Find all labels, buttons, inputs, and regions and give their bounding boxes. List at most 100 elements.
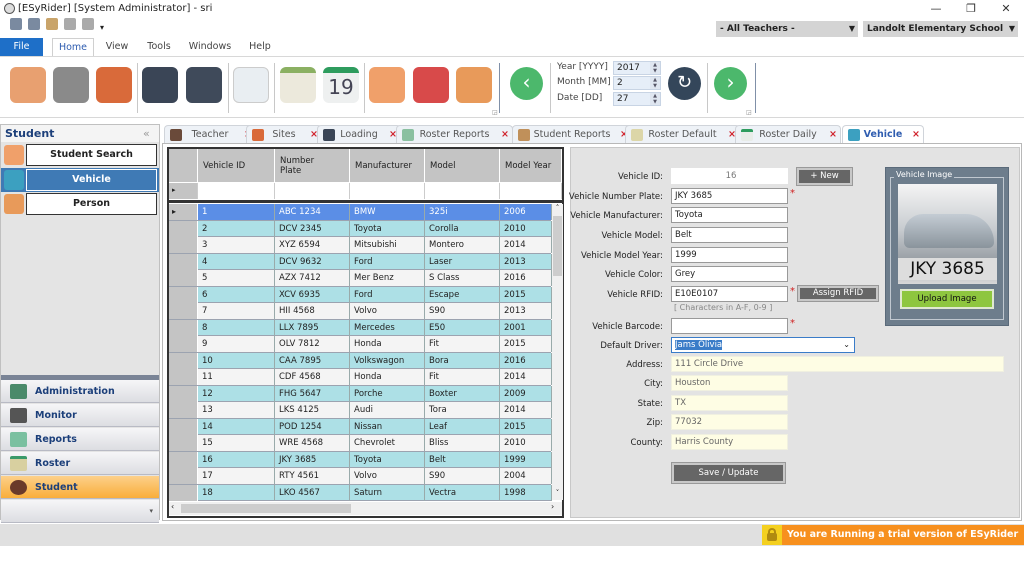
students-icon[interactable] [10,67,46,103]
column-header-number-plate[interactable]: Number Plate [275,149,350,182]
table-row[interactable]: 8 LLX 7895 Mercedes E50 2001 [169,319,552,336]
filter-vehicle-id[interactable] [198,183,275,199]
barcode-input[interactable] [671,318,788,334]
filter-number-plate[interactable] [275,183,350,199]
school-select[interactable]: Landolt Elementary School ▼ [863,21,1018,37]
copy-icon[interactable] [28,18,40,30]
teachers-icon[interactable] [53,67,89,103]
table-row[interactable]: 7 HII 4568 Volvo S90 2013 [169,303,552,320]
tab-roster-daily[interactable]: Roster Daily × [735,125,841,143]
row-indicator[interactable] [169,369,198,385]
touch-screen-icon[interactable] [186,67,222,103]
next-day-button[interactable]: › [714,67,747,100]
vehicles-icon[interactable] [413,67,449,103]
tab-help[interactable]: Help [244,38,276,56]
row-indicator[interactable] [169,484,198,501]
tab-loading[interactable]: Loading × [317,125,401,143]
nav-reports[interactable]: Reports [1,428,159,451]
date-spinner[interactable]: 27 ▲ ▼ [613,92,661,106]
customize-icon[interactable]: ▾ [100,23,104,32]
filter-model-year[interactable] [500,183,562,199]
tab-tools[interactable]: Tools [140,38,178,56]
undo-icon[interactable] [64,18,76,30]
nav-overflow[interactable]: ▾ [1,500,159,523]
column-header-vehicle-id[interactable]: Vehicle ID [198,149,275,182]
row-indicator[interactable] [169,253,198,270]
people-icon[interactable] [369,67,405,103]
nav-roster[interactable]: Roster [1,452,159,475]
table-row[interactable]: 14 POD 1254 Nissan Leaf 2015 [169,418,552,435]
scroll-left-icon[interactable]: ‹ [171,502,174,511]
nav-student[interactable]: Student [1,476,159,499]
close-tab-icon[interactable]: × [501,126,509,143]
close-tab-icon[interactable]: × [829,126,837,143]
column-header-manufacturer[interactable]: Manufacturer [350,149,425,182]
year-spinner[interactable]: 2017 ▲ ▼ [613,61,661,75]
save-update-button[interactable]: Save / Update [671,462,786,484]
filter-model[interactable] [425,183,500,199]
table-row[interactable]: 2 DCV 2345 Toyota Corolla 2010 [169,220,552,237]
spin-arrows-icon[interactable]: ▲ ▼ [650,77,660,89]
table-row[interactable]: 16 JKY 3685 Toyota Belt 1999 [169,451,552,468]
tab-teacher[interactable]: Teacher× [164,125,256,143]
scroll-down-icon[interactable]: ˅ [552,489,563,499]
nav-administration[interactable]: Administration [1,380,159,403]
close-tab-icon[interactable]: × [912,126,920,143]
teacher-select[interactable]: - All Teachers - ▼ [716,21,858,37]
table-row[interactable]: 12 FHG 5647 Porche Boxter 2009 [169,385,552,402]
table-row[interactable]: 10 CAA 7895 Volkswagon Bora 2016 [169,352,552,369]
row-indicator[interactable] [169,468,198,484]
model-year-input[interactable]: 1999 [671,247,788,263]
previous-day-button[interactable]: ‹ [510,67,543,100]
scroll-thumb[interactable] [181,504,351,513]
maximize-button[interactable]: ❐ [955,0,987,18]
collapse-icon[interactable]: « [143,127,150,140]
tab-vehicle[interactable]: Vehicle × [842,125,924,143]
horizontal-scrollbar[interactable]: ‹ › [169,502,562,515]
row-indicator[interactable] [169,286,198,303]
rfid-input[interactable]: E10E0107 [671,286,788,302]
scroll-up-icon[interactable]: ˄ [552,204,563,214]
table-row[interactable]: 6 XCV 6935 Ford Escape 2015 [169,286,552,303]
upload-image-button[interactable]: Upload Image [900,289,994,309]
assign-rfid-button[interactable]: Assign RFID [797,285,879,302]
color-input[interactable]: Grey [671,266,788,282]
row-indicator[interactable] [169,319,198,336]
row-indicator[interactable] [169,220,198,237]
table-row[interactable]: 13 LKS 4125 Audi Tora 2014 [169,402,552,419]
model-input[interactable]: Belt [671,227,788,243]
tab-windows[interactable]: Windows [186,38,234,56]
tab-student-reports[interactable]: Student Reports× [512,125,632,143]
nav-monitor[interactable]: Monitor [1,404,159,427]
sidebar-item-student-search[interactable]: Student Search [26,144,157,166]
table-row[interactable]: 15 WRE 4568 Chevrolet Bliss 2010 [169,435,552,452]
scroll-thumb[interactable] [553,216,562,276]
reports-icon[interactable] [233,67,269,103]
table-row[interactable]: 9 OLV 7812 Honda Fit 2015 [169,336,552,353]
monitor-icon[interactable] [142,67,178,103]
new-button[interactable]: + New [796,167,853,186]
table-row[interactable]: 4 DCV 9632 Ford Laser 2013 [169,253,552,270]
manufacturer-input[interactable]: Toyota [671,207,788,223]
table-row[interactable]: 5 AZX 7412 Mer Benz S Class 2016 [169,270,552,287]
vertical-scrollbar[interactable]: ˄ ˅ [552,204,563,500]
row-indicator[interactable] [169,418,198,435]
table-row[interactable]: 17 RTY 4561 Volvo S90 2004 [169,468,552,485]
tab-view[interactable]: View [100,38,134,56]
row-indicator[interactable] [169,385,198,402]
refresh-button[interactable]: ↻ [668,67,701,100]
table-row[interactable]: ▸ 1 ABC 1234 BMW 325i 2006 [169,204,552,221]
row-indicator[interactable]: ▸ [169,204,198,220]
tab-sites[interactable]: Sites × [246,125,322,143]
column-header-model-year[interactable]: Model Year [500,149,562,182]
scroll-right-icon[interactable]: › [551,502,554,511]
calendar-icon[interactable] [280,67,316,103]
tab-home[interactable]: Home [52,38,94,56]
row-indicator[interactable] [169,303,198,319]
row-indicator[interactable] [169,352,198,369]
table-row[interactable]: 11 CDF 4568 Honda Fit 2014 [169,369,552,386]
calendar-19-icon[interactable]: 19 [323,67,359,103]
paste-icon[interactable] [46,18,58,30]
tab-roster-reports[interactable]: Roster Reports × [396,125,513,143]
month-spinner[interactable]: 2 ▲ ▼ [613,76,661,90]
